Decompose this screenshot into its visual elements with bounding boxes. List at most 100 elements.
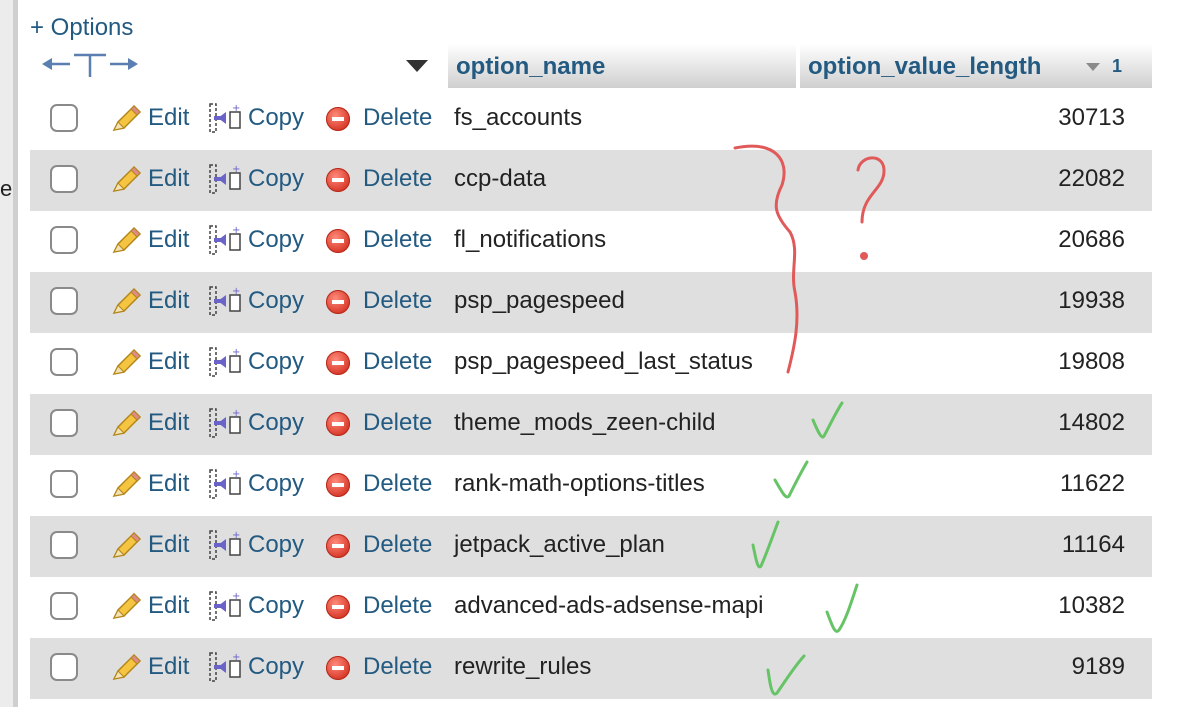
copy-label: Copy	[248, 348, 305, 375]
option-name-cell[interactable]: theme_mods_zeen-child	[454, 409, 715, 437]
copy-button[interactable]: + Copy	[208, 102, 314, 134]
edit-button[interactable]: Edit	[110, 651, 206, 683]
svg-text:+: +	[232, 408, 240, 419]
copy-insert-icon: +	[209, 408, 241, 438]
delete-label: Delete	[363, 287, 433, 314]
edit-label: Edit	[148, 348, 190, 375]
delete-button[interactable]: Delete	[326, 224, 446, 256]
copy-button[interactable]: + Copy	[208, 529, 314, 561]
copy-button[interactable]: + Copy	[208, 285, 314, 317]
edit-button[interactable]: Edit	[110, 346, 206, 378]
column-header-option-value-length[interactable]: option_value_length 1	[798, 44, 1152, 88]
copy-button[interactable]: + Copy	[208, 407, 314, 439]
edit-button[interactable]: Edit	[110, 102, 206, 134]
edit-button[interactable]: Edit	[110, 590, 206, 622]
table-row: Edit + Copy Delete advanced-ads-adsense-…	[30, 577, 1152, 638]
delete-button[interactable]: Delete	[326, 407, 446, 439]
edit-button[interactable]: Edit	[110, 224, 206, 256]
copy-button[interactable]: + Copy	[208, 651, 314, 683]
left-panel-edge	[0, 0, 18, 707]
option-name-cell[interactable]: rewrite_rules	[454, 653, 591, 681]
row-checkbox[interactable]	[50, 592, 78, 620]
table-row: Edit + Copy Delete psp_pagespeed_last_st…	[30, 333, 1152, 394]
delete-button[interactable]: Delete	[326, 102, 446, 134]
option-name-cell[interactable]: psp_pagespeed	[454, 287, 625, 315]
copy-label: Copy	[248, 409, 305, 436]
copy-insert-icon: +	[209, 591, 241, 621]
sort-dropdown-icon[interactable]	[406, 60, 428, 72]
table-row: Edit + Copy Delete rewrite_rules 9189	[30, 638, 1152, 699]
option-name-cell[interactable]: ccp-data	[454, 165, 546, 193]
option-value-length-cell: 19938	[1058, 287, 1125, 314]
row-checkbox[interactable]	[50, 531, 78, 559]
row-checkbox[interactable]	[50, 348, 78, 376]
option-name-cell[interactable]: fl_notifications	[454, 226, 606, 254]
option-value-length-cell: 10382	[1058, 592, 1125, 619]
option-value-length-cell: 30713	[1058, 104, 1125, 131]
option-name-cell[interactable]: rank-math-options-titles	[454, 470, 705, 498]
option-value-length-cell: 14802	[1058, 409, 1125, 436]
option-name-cell[interactable]: psp_pagespeed_last_status	[454, 348, 753, 376]
delete-icon	[326, 290, 350, 314]
copy-button[interactable]: + Copy	[208, 468, 314, 500]
delete-label: Delete	[363, 470, 433, 497]
delete-button[interactable]: Delete	[326, 651, 446, 683]
pencil-icon	[112, 226, 142, 254]
table-row: Edit + Copy Delete jetpack_active_plan 1…	[30, 516, 1152, 577]
delete-button[interactable]: Delete	[326, 590, 446, 622]
row-checkbox[interactable]	[50, 165, 78, 193]
table-row: Edit + Copy Delete fs_accounts 30713	[30, 89, 1152, 150]
delete-button[interactable]: Delete	[326, 163, 446, 195]
copy-insert-icon: +	[209, 347, 241, 377]
option-name-cell[interactable]: jetpack_active_plan	[454, 531, 665, 559]
copy-button[interactable]: + Copy	[208, 163, 314, 195]
column-header-option-name-label[interactable]: option_name	[456, 53, 605, 81]
table-body: Edit + Copy Delete fs_accounts 30713 Edi…	[30, 89, 1152, 699]
pencil-icon	[112, 348, 142, 376]
edit-button[interactable]: Edit	[110, 468, 206, 500]
svg-text:+: +	[232, 164, 240, 175]
column-resize-arrows-icon[interactable]	[40, 52, 140, 78]
copy-button[interactable]: + Copy	[208, 224, 314, 256]
row-checkbox[interactable]	[50, 409, 78, 437]
table-header: option_name option_value_length 1	[30, 44, 1152, 88]
delete-icon	[326, 595, 350, 619]
option-name-cell[interactable]: advanced-ads-adsense-mapi	[454, 592, 764, 620]
row-checkbox[interactable]	[50, 104, 78, 132]
delete-icon	[326, 656, 350, 680]
delete-button[interactable]: Delete	[326, 529, 446, 561]
table-row: Edit + Copy Delete ccp-data 22082	[30, 150, 1152, 211]
row-checkbox[interactable]	[50, 287, 78, 315]
edit-button[interactable]: Edit	[110, 163, 206, 195]
edit-button[interactable]: Edit	[110, 529, 206, 561]
copy-insert-icon: +	[209, 469, 241, 499]
svg-text:+: +	[232, 530, 240, 541]
options-link[interactable]: + Options	[30, 14, 133, 42]
row-checkbox[interactable]	[50, 470, 78, 498]
row-checkbox[interactable]	[50, 653, 78, 681]
table-row: Edit + Copy Delete rank-math-options-tit…	[30, 455, 1152, 516]
delete-button[interactable]: Delete	[326, 285, 446, 317]
delete-button[interactable]: Delete	[326, 468, 446, 500]
pencil-icon	[112, 104, 142, 132]
pencil-icon	[112, 287, 142, 315]
edit-label: Edit	[148, 287, 190, 314]
column-header-option-value-length-label[interactable]: option_value_length	[808, 53, 1041, 81]
delete-label: Delete	[363, 104, 433, 131]
delete-label: Delete	[363, 165, 433, 192]
copy-button[interactable]: + Copy	[208, 590, 314, 622]
delete-icon	[326, 351, 350, 375]
edit-button[interactable]: Edit	[110, 407, 206, 439]
pencil-icon	[112, 409, 142, 437]
pencil-icon	[112, 592, 142, 620]
option-name-cell[interactable]: fs_accounts	[454, 104, 582, 132]
copy-insert-icon: +	[209, 103, 241, 133]
edit-button[interactable]: Edit	[110, 285, 206, 317]
row-checkbox[interactable]	[50, 226, 78, 254]
column-header-option-name[interactable]: option_name	[446, 44, 796, 88]
delete-label: Delete	[363, 531, 433, 558]
svg-text:+: +	[232, 652, 240, 663]
copy-button[interactable]: + Copy	[208, 346, 314, 378]
edit-label: Edit	[148, 531, 190, 558]
delete-button[interactable]: Delete	[326, 346, 446, 378]
